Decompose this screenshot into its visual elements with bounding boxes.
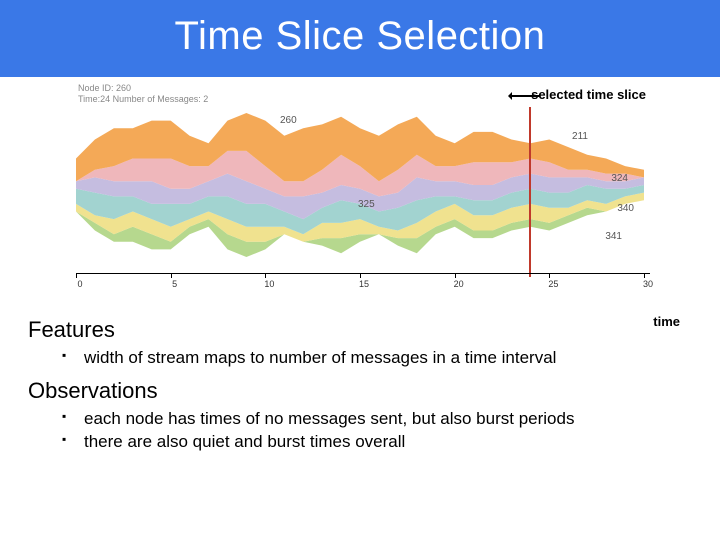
chart-meta: Node ID: 260 Time:24 Number of Messages:… [78, 83, 208, 105]
x-tick-label: 30 [638, 279, 658, 289]
x-tick: 15 [360, 273, 361, 278]
x-tick: 25 [549, 273, 550, 278]
slide-title: Time Slice Selection [0, 0, 720, 77]
x-tick: 5 [171, 273, 172, 278]
series-label-340: 340 [617, 203, 634, 214]
observation-item: there are also quiet and burst times ove… [62, 431, 692, 454]
text-content: Features width of stream maps to number … [0, 303, 720, 454]
x-tick: 10 [265, 273, 266, 278]
selected-slice-label: selected time slice [531, 87, 646, 102]
x-tick: 30 [644, 273, 645, 278]
stream-chart: Node ID: 260 Time:24 Number of Messages:… [70, 83, 650, 303]
x-tick-label: 0 [70, 279, 90, 289]
series-label-211: 211 [572, 131, 588, 142]
observations-list: each node has times of no messages sent,… [62, 408, 692, 454]
features-heading: Features [28, 317, 692, 343]
slide: Time Slice Selection Node ID: 260 Time:2… [0, 0, 720, 540]
series-label-260: 260 [280, 115, 297, 126]
series-label-341: 341 [605, 231, 622, 242]
x-tick-label: 25 [543, 279, 563, 289]
stream-svg [76, 105, 644, 265]
series-label-324: 324 [611, 173, 628, 184]
features-list: width of stream maps to number of messag… [62, 347, 692, 370]
series-label-325: 325 [358, 199, 375, 210]
observation-item: each node has times of no messages sent,… [62, 408, 692, 431]
x-tick-label: 20 [449, 279, 469, 289]
x-axis-label: time [653, 314, 680, 329]
x-tick-label: 10 [259, 279, 279, 289]
x-tick-label: 15 [354, 279, 374, 289]
x-tick: 0 [76, 273, 77, 278]
observations-heading: Observations [28, 378, 692, 404]
x-axis: 0 5 10 15 20 25 30 [76, 273, 650, 293]
x-tick: 20 [455, 273, 456, 278]
meta-time: Time:24 Number of Messages: 2 [78, 94, 208, 105]
x-axis-line [76, 273, 650, 274]
feature-item: width of stream maps to number of messag… [62, 347, 692, 370]
selected-time-indicator [529, 107, 531, 277]
meta-node: Node ID: 260 [78, 83, 208, 94]
x-tick-label: 5 [165, 279, 185, 289]
arrow-left-icon [510, 95, 540, 97]
